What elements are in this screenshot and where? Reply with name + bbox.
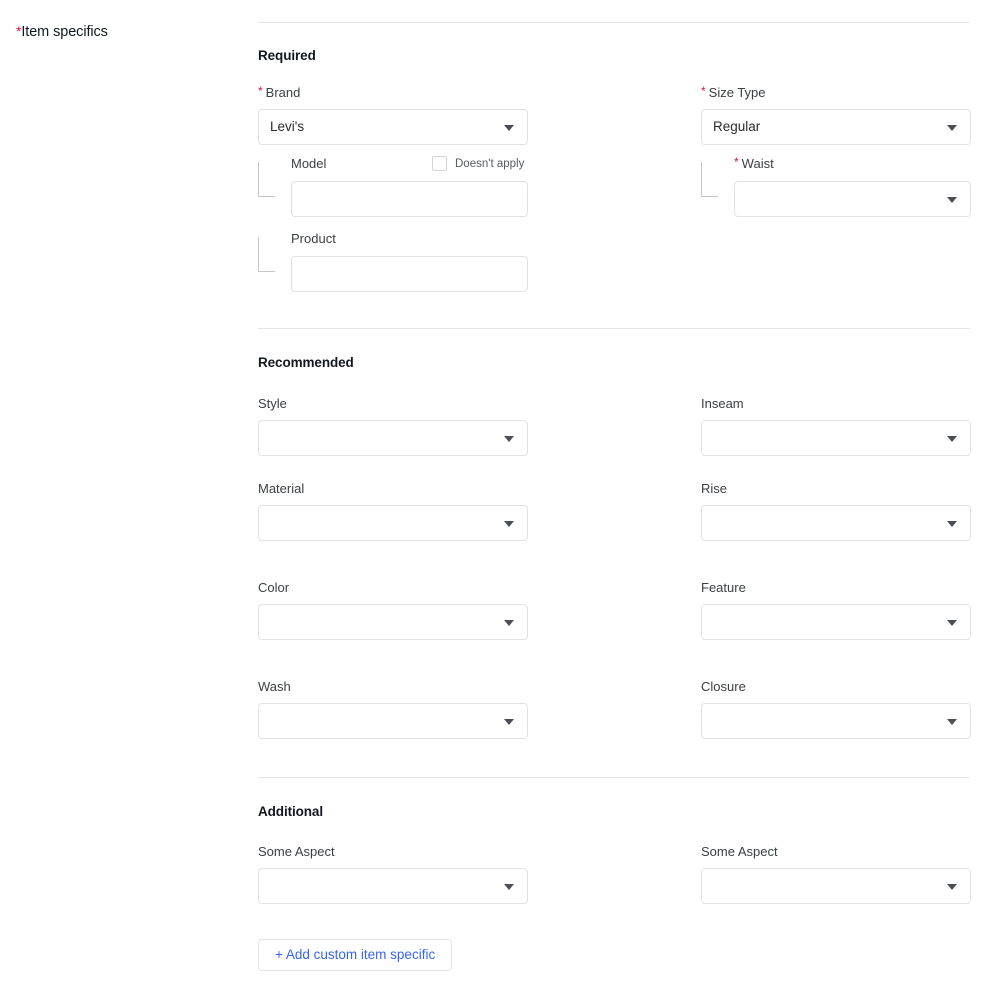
field-brand-label-text: Brand: [265, 85, 301, 100]
field-feature: Feature: [701, 580, 971, 640]
field-waist-inner: * Waist: [734, 156, 971, 217]
field-some-aspect-left-label: Some Aspect: [258, 844, 335, 859]
chevron-down-icon: [947, 436, 957, 442]
chevron-down-icon: [504, 125, 514, 131]
field-color: Color: [258, 580, 528, 640]
inseam-select[interactable]: [701, 420, 971, 456]
field-closure-label: Closure: [701, 679, 746, 694]
nested-field-bracket: [258, 237, 275, 272]
feature-select[interactable]: [701, 604, 971, 640]
field-wash: Wash: [258, 679, 528, 739]
field-some-aspect-right: Some Aspect: [701, 844, 971, 904]
required-asterisk: *: [701, 84, 706, 98]
add-custom-item-specific-button[interactable]: + Add custom item specific: [258, 939, 453, 971]
field-product: Product: [258, 231, 538, 295]
chevron-down-icon: [947, 719, 957, 725]
chevron-down-icon: [947, 620, 957, 626]
closure-select[interactable]: [701, 703, 971, 739]
chevron-down-icon: [947, 521, 957, 527]
field-style-label: Style: [258, 396, 287, 411]
brand-selected-value: Levi's: [270, 119, 305, 134]
size-type-select[interactable]: Regular: [701, 109, 971, 145]
field-some-aspect-left: Some Aspect: [258, 844, 528, 904]
field-wash-label: Wash: [258, 679, 291, 694]
required-asterisk: *: [258, 84, 263, 98]
group-heading-additional: Additional: [258, 804, 323, 819]
color-select[interactable]: [258, 604, 528, 640]
group-heading-recommended: Recommended: [258, 355, 354, 370]
field-size-type-label: * Size Type: [701, 85, 971, 101]
chevron-down-icon: [504, 719, 514, 725]
page-title-text: Item specifics: [21, 24, 108, 40]
model-input[interactable]: [291, 181, 528, 217]
item-specifics-panel: Required * Brand Levi's * Size Type Regula…: [258, 0, 971, 985]
field-material-label: Material: [258, 481, 305, 496]
field-product-inner: Product: [291, 231, 528, 292]
some-aspect-left-select[interactable]: [258, 868, 528, 904]
page-title: *Item specifics: [16, 24, 108, 40]
material-select[interactable]: [258, 505, 528, 541]
brand-select[interactable]: Levi's: [258, 109, 528, 145]
chevron-down-icon: [947, 884, 957, 890]
divider-top: [258, 22, 970, 23]
field-feature-label: Feature: [701, 580, 746, 595]
doesnt-apply-checkbox[interactable]: [432, 156, 447, 171]
product-input[interactable]: [291, 256, 528, 292]
field-size-type: * Size Type Regular: [701, 85, 971, 145]
model-doesnt-apply-row[interactable]: Doesn't apply: [432, 156, 524, 171]
chevron-down-icon: [504, 620, 514, 626]
chevron-down-icon: [947, 125, 957, 131]
style-select[interactable]: [258, 420, 528, 456]
field-closure: Closure: [701, 679, 971, 739]
field-brand: * Brand Levi's: [258, 85, 528, 145]
divider-recommended: [258, 328, 970, 329]
field-material: Material: [258, 481, 528, 541]
some-aspect-right-select[interactable]: [701, 868, 971, 904]
field-waist: * Waist: [701, 156, 981, 220]
divider-additional: [258, 777, 970, 778]
rise-select[interactable]: [701, 505, 971, 541]
field-model: Model Doesn't apply: [258, 156, 538, 220]
field-style: Style: [258, 396, 528, 456]
required-asterisk: *: [734, 155, 739, 169]
field-inseam: Inseam: [701, 396, 971, 456]
chevron-down-icon: [504, 521, 514, 527]
doesnt-apply-label: Doesn't apply: [455, 157, 525, 170]
chevron-down-icon: [504, 884, 514, 890]
chevron-down-icon: [947, 197, 957, 203]
left-rail: *Item specifics: [0, 0, 240, 985]
field-waist-label: * Waist: [734, 156, 971, 172]
group-heading-required: Required: [258, 48, 316, 63]
nested-field-bracket: [258, 162, 275, 197]
field-product-label: Product: [291, 231, 336, 246]
wash-select[interactable]: [258, 703, 528, 739]
chevron-down-icon: [504, 436, 514, 442]
nested-field-bracket: [701, 162, 718, 197]
field-rise: Rise: [701, 481, 971, 541]
field-size-type-label-text: Size Type: [708, 85, 766, 100]
field-some-aspect-right-label: Some Aspect: [701, 844, 778, 859]
waist-select[interactable]: [734, 181, 971, 217]
field-waist-label-text: Waist: [741, 156, 774, 171]
field-brand-label: * Brand: [258, 85, 528, 101]
field-color-label: Color: [258, 580, 290, 595]
size-type-selected-value: Regular: [713, 119, 761, 134]
field-rise-label: Rise: [701, 481, 728, 496]
field-inseam-label: Inseam: [701, 396, 744, 411]
